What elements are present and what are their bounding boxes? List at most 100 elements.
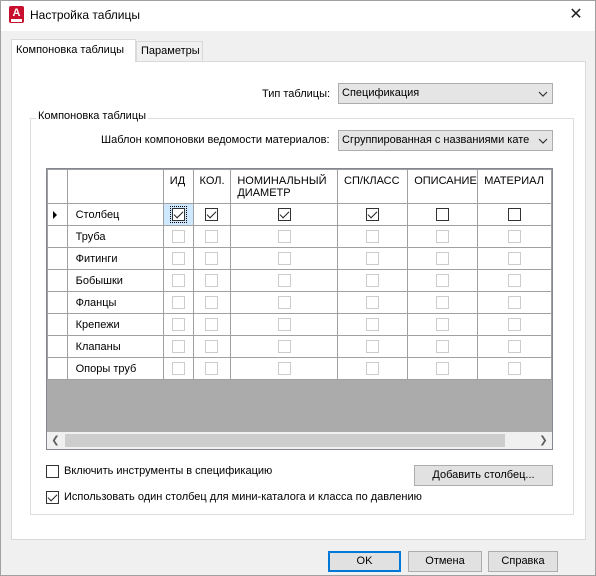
grid-cell — [162, 247, 194, 270]
grid-cell — [230, 269, 339, 292]
grid-cell — [337, 357, 409, 380]
grid-cell — [230, 291, 339, 314]
grid-cell — [477, 269, 552, 292]
grid-cell — [230, 357, 339, 380]
grid-cell — [192, 269, 232, 292]
grid-cell — [407, 291, 479, 314]
column-checkbox[interactable] — [277, 208, 291, 221]
column-header[interactable]: ИД — [162, 169, 194, 204]
column-header[interactable]: ОПИСАНИЕ — [407, 169, 479, 204]
scrollbar-thumb[interactable] — [65, 434, 505, 447]
table-type-label: Тип таблицы: — [262, 88, 331, 100]
grid-cell — [162, 357, 194, 380]
ok-button[interactable]: OK — [328, 551, 401, 572]
column-checkbox — [508, 296, 522, 309]
column-checkbox[interactable] — [436, 208, 450, 221]
grid-cell[interactable] — [337, 203, 409, 226]
row-header[interactable] — [47, 313, 68, 336]
column-checkbox[interactable] — [366, 208, 380, 221]
template-dropdown[interactable]: Сгруппированная с названиями кате — [338, 130, 553, 151]
column-checkbox — [171, 340, 185, 353]
column-checkbox — [277, 340, 291, 353]
grid-cell — [162, 225, 194, 248]
column-header[interactable]: НОМИНАЛЬНЫЙ ДИАМЕТР — [230, 169, 339, 204]
grid-header-row: ИД КОЛ. НОМИНАЛЬНЫЙ ДИАМЕТР СП/КЛАСС ОПИ… — [47, 169, 552, 204]
row-header[interactable] — [47, 335, 68, 358]
column-checkbox — [205, 362, 219, 375]
chevron-down-icon — [538, 91, 548, 97]
row-name: Опоры труб — [66, 357, 164, 380]
table-row[interactable]: Бобышки — [47, 269, 552, 292]
grid-cell — [192, 247, 232, 270]
column-checkbox — [366, 362, 380, 375]
layout-grid[interactable]: ИД КОЛ. НОМИНАЛЬНЫЙ ДИАМЕТР СП/КЛАСС ОПИ… — [46, 168, 553, 450]
grid-cell — [337, 291, 409, 314]
row-header[interactable] — [47, 247, 68, 270]
column-checkbox — [171, 318, 185, 331]
table-row[interactable]: Столбец — [47, 203, 552, 226]
column-checkbox — [508, 274, 522, 287]
column-checkbox — [205, 252, 219, 265]
scroll-right-icon[interactable]: ❯ — [535, 432, 552, 449]
column-checkbox[interactable] — [205, 208, 219, 221]
table-row[interactable]: Крепежи — [47, 313, 552, 336]
include-tools-checkbox[interactable] — [46, 465, 59, 478]
grid-cell — [337, 313, 409, 336]
cancel-button[interactable]: Отмена — [408, 551, 482, 572]
column-header[interactable]: МАТЕРИАЛ — [477, 169, 552, 204]
column-checkbox — [277, 230, 291, 243]
column-header[interactable]: СП/КЛАСС — [337, 169, 409, 204]
close-icon[interactable]: ✕ — [561, 1, 591, 29]
grid-cell — [407, 269, 479, 292]
grid-cell[interactable] — [162, 203, 194, 226]
grid-cell — [230, 313, 339, 336]
column-checkbox — [366, 296, 380, 309]
grid-cell — [192, 225, 232, 248]
grid-cell[interactable] — [230, 203, 339, 226]
row-header[interactable] — [47, 269, 68, 292]
add-column-button[interactable]: Добавить столбец... — [414, 465, 553, 486]
tab-table-layout[interactable]: Компоновка таблицы — [11, 39, 136, 62]
table-row[interactable]: Фланцы — [47, 291, 552, 314]
row-header[interactable] — [47, 203, 68, 226]
current-row-arrow-icon — [53, 211, 57, 219]
column-checkbox[interactable] — [169, 206, 187, 223]
window-title: Настройка таблицы — [30, 8, 140, 22]
column-checkbox — [508, 318, 522, 331]
table-row[interactable]: Фитинги — [47, 247, 552, 270]
grid-cell[interactable] — [192, 203, 232, 226]
grid-cell — [337, 247, 409, 270]
row-header[interactable] — [47, 291, 68, 314]
grid-cell — [230, 225, 339, 248]
row-name: Фитинги — [66, 247, 164, 270]
column-checkbox — [436, 274, 450, 287]
grid-cell[interactable] — [407, 203, 479, 226]
grid-cell — [230, 335, 339, 358]
layout-table: ИД КОЛ. НОМИНАЛЬНЫЙ ДИАМЕТР СП/КЛАСС ОПИ… — [47, 169, 552, 380]
horizontal-scrollbar[interactable]: ❮ ❯ — [47, 432, 552, 449]
tab-parameters[interactable]: Параметры — [136, 41, 203, 61]
grid-corner-name — [66, 169, 164, 204]
table-row[interactable]: Клапаны — [47, 335, 552, 358]
single-column-checkbox[interactable] — [46, 491, 59, 504]
column-checkbox — [171, 230, 185, 243]
row-header[interactable] — [47, 225, 68, 248]
template-label: Шаблон компоновки ведомости материалов: — [101, 134, 330, 146]
grid-cell — [407, 225, 479, 248]
table-row[interactable]: Труба — [47, 225, 552, 248]
column-checkbox — [508, 230, 522, 243]
table-row[interactable]: Опоры труб — [47, 357, 552, 380]
column-header[interactable]: КОЛ. — [192, 169, 232, 204]
grid-cell — [477, 335, 552, 358]
table-type-dropdown[interactable]: Спецификация — [338, 83, 553, 104]
scroll-left-icon[interactable]: ❮ — [47, 432, 64, 449]
grid-cell[interactable] — [477, 203, 552, 226]
grid-cell — [407, 335, 479, 358]
row-header[interactable] — [47, 357, 68, 380]
help-button[interactable]: Справка — [488, 551, 558, 572]
grid-cell — [477, 291, 552, 314]
column-checkbox — [205, 340, 219, 353]
column-checkbox — [277, 252, 291, 265]
column-checkbox[interactable] — [508, 208, 522, 221]
column-checkbox — [508, 362, 522, 375]
